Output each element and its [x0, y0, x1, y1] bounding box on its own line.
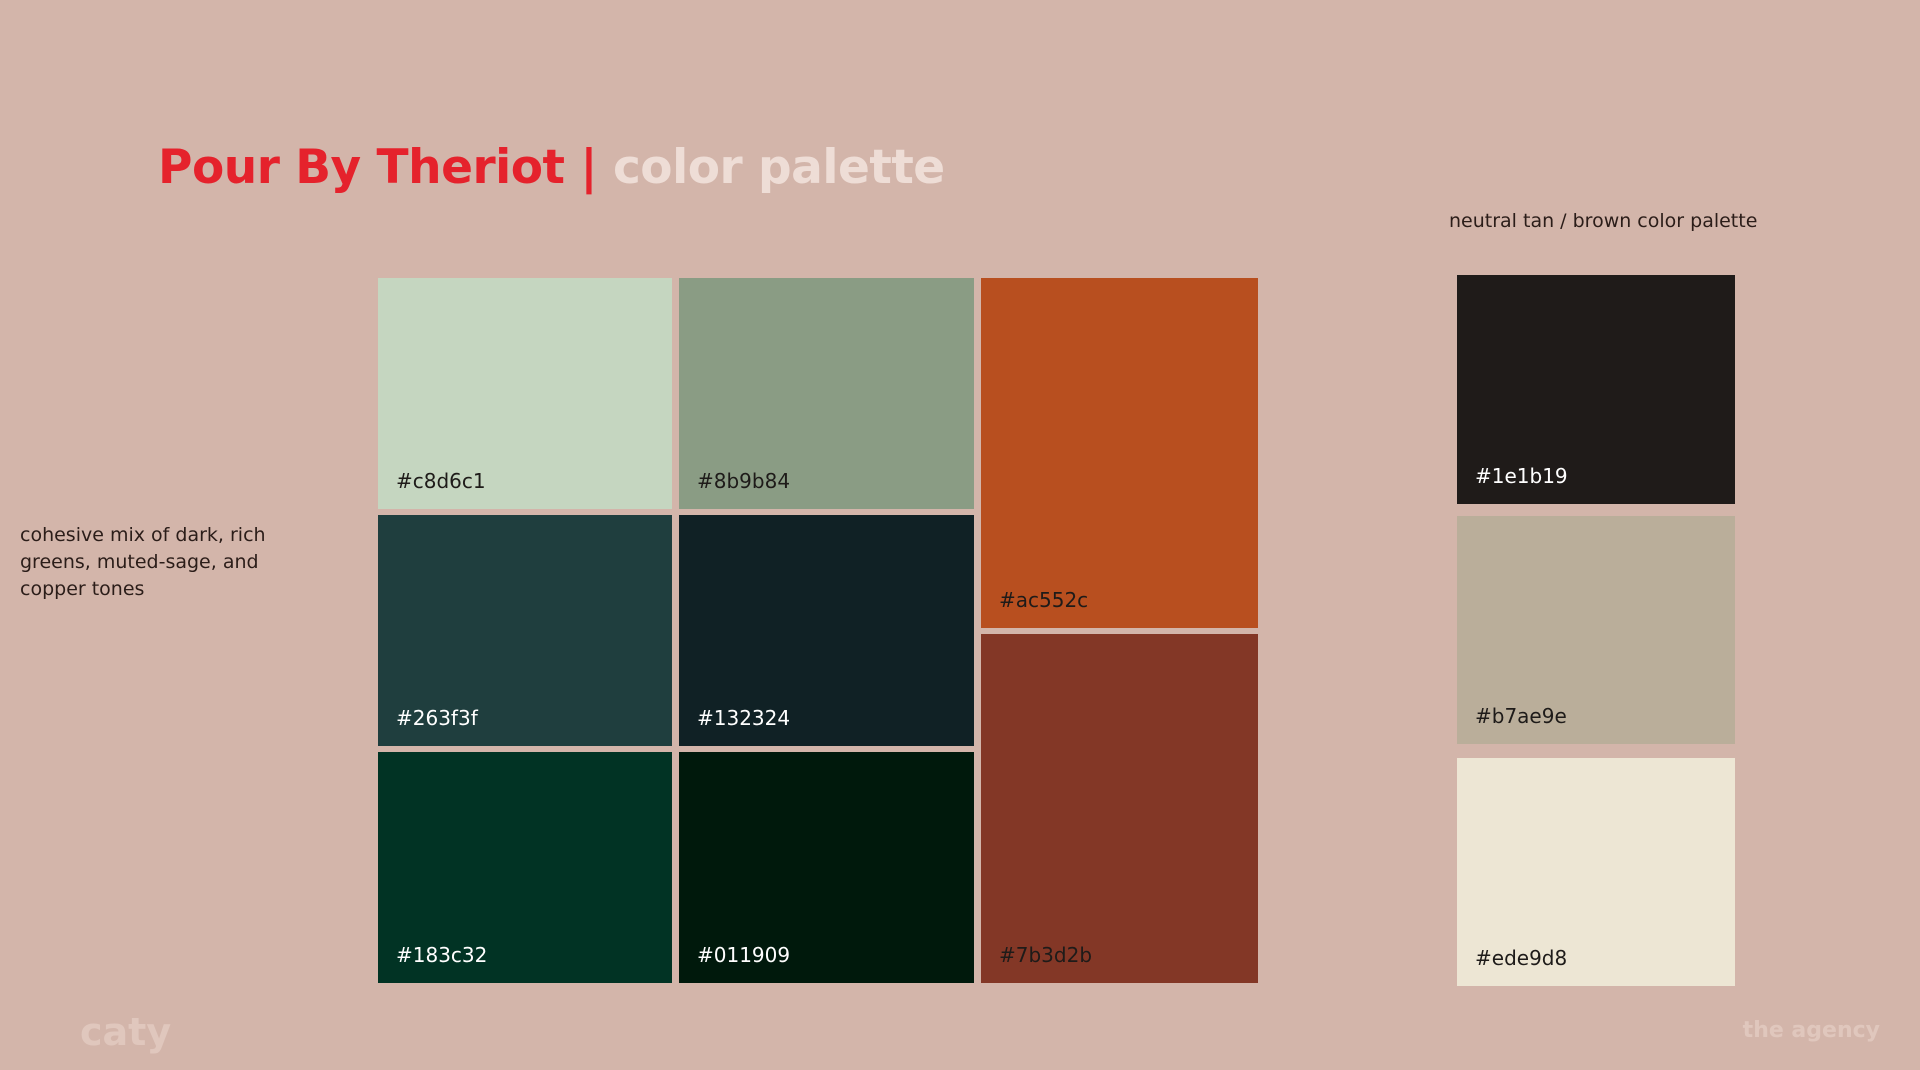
swatch-hex-label: #b7ae9e	[1475, 704, 1567, 728]
swatch-hex-label: #011909	[697, 943, 791, 967]
swatch-dark-teal: #263f3f	[378, 515, 672, 746]
swatch-hex-label: #183c32	[396, 943, 488, 967]
swatch-hex-label: #ede9d8	[1475, 946, 1568, 970]
title-brand: Pour By Theriot	[158, 140, 565, 195]
title-separator: |	[580, 140, 598, 195]
swatch-darkest-green: #011909	[679, 752, 974, 983]
title-subtitle: color palette	[612, 140, 945, 195]
swatch-sage-muted: #8b9b84	[679, 278, 974, 509]
slide: Pour By Theriot | color palette neutral …	[0, 0, 1920, 1070]
swatch-forest-green: #183c32	[378, 752, 672, 983]
swatch-neutral-black: #1e1b19	[1457, 275, 1735, 504]
swatch-sage-light: #c8d6c1	[378, 278, 672, 509]
palette-description: cohesive mix of dark, rich greens, muted…	[20, 524, 266, 600]
swatch-deep-teal: #132324	[679, 515, 974, 746]
swatch-hex-label: #ac552c	[999, 588, 1089, 612]
page-title: Pour By Theriot | color palette	[158, 136, 945, 200]
footer-agency-mark: the agency	[1742, 1018, 1880, 1043]
swatch-copper: #ac552c	[981, 278, 1258, 628]
footer-logo-caty: caty	[80, 1010, 172, 1054]
swatch-hex-label: #c8d6c1	[396, 469, 486, 493]
neutral-palette-label: neutral tan / brown color palette	[1449, 210, 1758, 232]
swatch-neutral-cream: #ede9d8	[1457, 758, 1735, 986]
swatch-hex-label: #7b3d2b	[999, 943, 1093, 967]
swatch-rust: #7b3d2b	[981, 634, 1258, 983]
swatch-hex-label: #8b9b84	[697, 469, 791, 493]
swatch-neutral-tan: #b7ae9e	[1457, 516, 1735, 744]
swatch-hex-label: #132324	[697, 706, 791, 730]
swatch-hex-label: #263f3f	[396, 706, 478, 730]
swatch-hex-label: #1e1b19	[1475, 464, 1568, 488]
